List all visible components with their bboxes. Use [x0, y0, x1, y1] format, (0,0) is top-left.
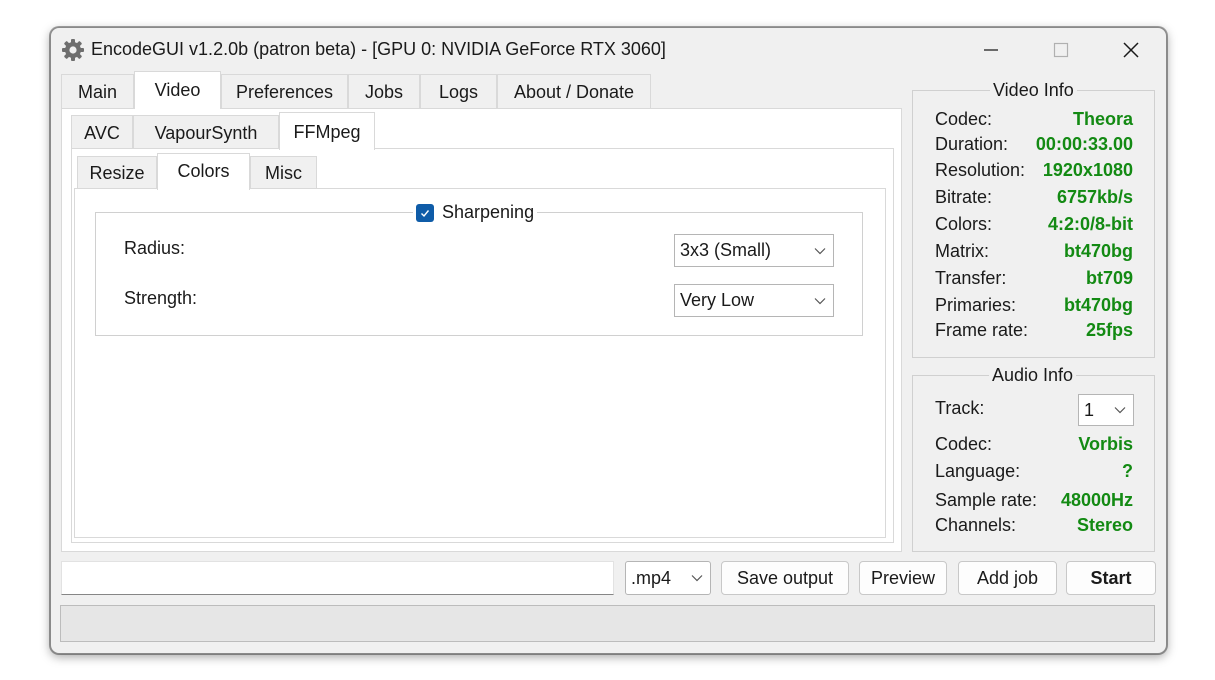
duration-label: Duration:	[935, 134, 1009, 154]
audio-codec-value: Vorbis	[1078, 434, 1133, 454]
progress-bar	[60, 605, 1155, 642]
primaries-value: bt470bg	[1063, 295, 1133, 315]
close-icon	[1123, 42, 1139, 58]
minimize-button[interactable]	[968, 32, 1014, 68]
transfer-label: Transfer:	[935, 268, 1007, 288]
checkmark-icon	[421, 209, 430, 217]
tab-colors[interactable]: Colors	[157, 153, 250, 190]
matrix-label: Matrix:	[935, 241, 989, 261]
tab-jobs[interactable]: Jobs	[348, 74, 420, 108]
tab-main[interactable]: Main	[61, 74, 134, 108]
radius-select[interactable]: 3x3 (Small)	[674, 234, 834, 267]
chevron-down-icon	[814, 297, 826, 304]
maximize-icon	[1053, 42, 1069, 58]
close-button[interactable]	[1108, 32, 1154, 68]
language-label: Language:	[935, 461, 1021, 481]
sharpening-checkbox[interactable]	[416, 203, 434, 222]
channels-value: Stereo	[1076, 515, 1133, 535]
video-codec-label: Codec:	[935, 109, 993, 129]
audio-codec-label: Codec:	[935, 434, 993, 454]
chevron-down-icon	[814, 247, 826, 254]
output-path-input[interactable]	[61, 561, 614, 595]
sharpening-label: Sharpening	[442, 202, 535, 222]
tab-logs[interactable]: Logs	[420, 74, 497, 108]
audio-info-title: Audio Info	[989, 365, 1077, 386]
tab-misc[interactable]: Misc	[250, 156, 317, 189]
tab-vapoursynth[interactable]: VapourSynth	[133, 115, 279, 149]
tab-about-donate[interactable]: About / Donate	[497, 74, 651, 108]
tab-avc[interactable]: AVC	[71, 115, 133, 149]
bitrate-label: Bitrate:	[935, 187, 993, 207]
title-bar[interactable]: EncodeGUI v1.2.0b (patron beta) - [GPU 0…	[51, 28, 1166, 72]
save-output-button[interactable]: Save output	[721, 561, 849, 595]
matrix-value: bt470bg	[1063, 241, 1133, 261]
sharpening-group	[95, 212, 863, 336]
resolution-value: 1920x1080	[1042, 160, 1133, 180]
strength-select[interactable]: Very Low	[674, 284, 834, 317]
strength-label: Strength:	[124, 288, 198, 308]
sample-rate-label: Sample rate:	[935, 490, 1038, 510]
gear-icon	[61, 38, 85, 62]
language-value: ?	[1122, 461, 1133, 481]
window-title: EncodeGUI v1.2.0b (patron beta) - [GPU 0…	[91, 39, 666, 59]
tab-resize[interactable]: Resize	[77, 156, 157, 189]
tab-preferences[interactable]: Preferences	[221, 74, 348, 108]
sample-rate-value: 48000Hz	[1060, 490, 1133, 510]
tab-ffmpeg[interactable]: FFMpeg	[279, 112, 375, 150]
maximize-button[interactable]	[1038, 32, 1084, 68]
frame-rate-value: 25fps	[1085, 320, 1133, 340]
track-select[interactable]: 1	[1078, 394, 1134, 426]
video-codec-value: Theora	[1072, 109, 1133, 129]
duration-value: 00:00:33.00	[1035, 134, 1133, 154]
primaries-label: Primaries:	[935, 295, 1017, 315]
container-select[interactable]: .mp4	[625, 561, 711, 595]
video-info-title: Video Info	[990, 80, 1077, 101]
resolution-label: Resolution:	[935, 160, 1026, 180]
bitrate-value: 6757kb/s	[1056, 187, 1133, 207]
chevron-down-icon	[1114, 407, 1126, 414]
colors-value: 4:2:0/8-bit	[1047, 214, 1133, 234]
add-job-button[interactable]: Add job	[958, 561, 1057, 595]
chevron-down-icon	[691, 575, 703, 582]
minimize-icon	[984, 49, 998, 51]
preview-button[interactable]: Preview	[859, 561, 947, 595]
frame-rate-label: Frame rate:	[935, 320, 1029, 340]
tab-video[interactable]: Video	[134, 71, 221, 109]
main-window: EncodeGUI v1.2.0b (patron beta) - [GPU 0…	[50, 27, 1167, 654]
track-label: Track:	[935, 398, 985, 418]
transfer-value: bt709	[1085, 268, 1133, 288]
sharpening-header: Sharpening	[413, 202, 538, 223]
radius-label: Radius:	[124, 238, 186, 258]
start-button[interactable]: Start	[1066, 561, 1156, 595]
channels-label: Channels:	[935, 515, 1017, 535]
colors-label: Colors:	[935, 214, 993, 234]
